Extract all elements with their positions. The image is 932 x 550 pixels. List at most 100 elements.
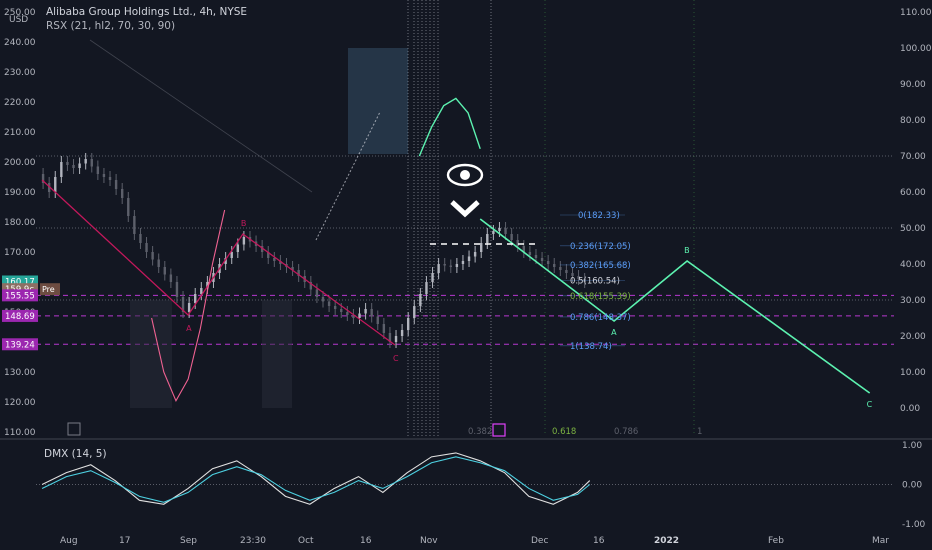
price-tick-label: 180.00	[4, 218, 36, 228]
candle-body	[473, 252, 477, 257]
candle-body	[133, 216, 136, 234]
price-tick-label: 120.00	[4, 398, 36, 408]
candle-body	[534, 255, 538, 258]
candle-body	[480, 243, 483, 252]
fib-level-label: 0.786(148.37)	[570, 313, 631, 323]
candle-body	[516, 240, 519, 246]
shaded-box	[130, 300, 172, 408]
price-tick-label: 200.00	[4, 158, 36, 168]
candle-body	[157, 259, 160, 267]
price-tick-label: 220.00	[4, 98, 36, 108]
candle-body	[449, 265, 452, 267]
price-badge-label: 155.55	[5, 291, 35, 301]
rsx-tick-label: 0.00	[900, 404, 920, 414]
candle-body	[145, 243, 148, 252]
candle-body	[242, 237, 246, 245]
candle-body	[151, 252, 154, 260]
price-badge-label: 139.24	[5, 340, 35, 350]
candle-body	[540, 258, 544, 261]
candle-body	[498, 228, 501, 231]
candle-body	[90, 159, 93, 167]
candle-body	[419, 294, 422, 306]
rsx-tick-label: 30.00	[900, 296, 926, 306]
candle-body	[108, 177, 112, 180]
candle-body	[461, 261, 465, 264]
time-axis-label: Sep	[180, 536, 197, 546]
candle-body	[120, 189, 124, 198]
red-wave-label: C	[393, 354, 399, 363]
candle-body	[565, 270, 568, 273]
pre-badge-label: Pre	[42, 285, 55, 294]
rsx-tick-label: 20.00	[900, 332, 926, 342]
bottom-fib-label: 0.618	[552, 427, 576, 437]
chevron-down-icon	[450, 200, 480, 218]
time-axis-label: 16	[593, 536, 605, 546]
time-axis-label: Mar	[872, 536, 889, 546]
candle-body	[60, 162, 63, 177]
candle-body	[400, 330, 404, 336]
candle-body	[437, 264, 440, 273]
candle-body	[528, 252, 532, 255]
time-axis-label: 17	[119, 536, 130, 546]
fib-level-label: 0.5(160.54)	[570, 276, 620, 286]
dmx-line	[41, 452, 591, 505]
candle-body	[236, 244, 240, 252]
time-axis-label: Nov	[420, 536, 438, 546]
candle-body	[327, 301, 331, 306]
candle-body	[382, 324, 386, 333]
bottom-fib-label: 0.382	[468, 427, 492, 437]
price-tick-label: 210.00	[4, 128, 36, 138]
elliott-wave-label: A	[611, 328, 617, 337]
candle-body	[54, 177, 57, 192]
candle-body	[510, 234, 513, 240]
candle-body	[546, 261, 550, 264]
candle-body	[114, 180, 118, 189]
red-wave-label: B	[241, 219, 247, 228]
candle-body	[425, 282, 428, 294]
candle-body	[346, 312, 349, 315]
candle-body	[78, 163, 81, 168]
candle-body	[139, 234, 142, 243]
time-axis-label: Aug	[60, 536, 78, 546]
elliott-wave-label: B	[684, 246, 690, 255]
shaded-box	[262, 300, 292, 408]
candle-body	[376, 316, 379, 324]
rsx-indicator-label: RSX (21, hl2, 70, 30, 90)	[46, 20, 176, 32]
candle-body	[175, 282, 179, 297]
candle-body	[66, 162, 69, 165]
candle-body	[187, 303, 191, 312]
earnings-marker-icon	[67, 422, 81, 436]
candle-body	[194, 294, 197, 303]
elliott-projection-line	[479, 218, 871, 394]
candle-body	[102, 174, 106, 177]
rsx-tick-label: 80.00	[900, 116, 926, 126]
fib-level-label: 0.382(165.68)	[570, 261, 631, 271]
price-tick-label: 240.00	[4, 38, 36, 48]
bottom-fib-label: 1	[697, 427, 702, 437]
dmx-tick-label: 0.00	[902, 481, 922, 491]
price-tick-label: 130.00	[4, 368, 36, 378]
chart-legend: Alibaba Group Holdings Ltd., 4h, NYSE RS…	[46, 5, 247, 33]
candle-body	[467, 256, 471, 261]
rsx-arc-line	[418, 97, 481, 157]
candle-body	[443, 264, 446, 266]
candle-body	[553, 264, 556, 267]
fib-level-label: 1(138.74)	[570, 342, 612, 352]
fib-level-label: 0.236(172.05)	[570, 242, 631, 252]
elliott-wave-label: C	[867, 400, 873, 409]
earnings-marker-icon	[492, 423, 506, 437]
candle-body	[72, 165, 75, 168]
rsx-tick-label: 110.00	[900, 8, 932, 18]
fib-level-label: 0.618(155.39)	[570, 292, 631, 302]
candle-body	[315, 289, 319, 297]
candle-body	[96, 166, 100, 174]
dmx-tick-label: -1.00	[902, 520, 926, 530]
candle-body	[455, 264, 459, 267]
candle-body	[364, 309, 367, 314]
chart-canvas: 110.00120.00130.00140.00150.00160.00170.…	[0, 0, 932, 546]
rsx-tick-label: 70.00	[900, 152, 926, 162]
rsx-tick-label: 50.00	[900, 224, 926, 234]
rsx-tick-label: 100.00	[900, 44, 932, 54]
price-tick-label: 170.00	[4, 248, 36, 258]
price-badge-label: 148.69	[5, 312, 35, 322]
